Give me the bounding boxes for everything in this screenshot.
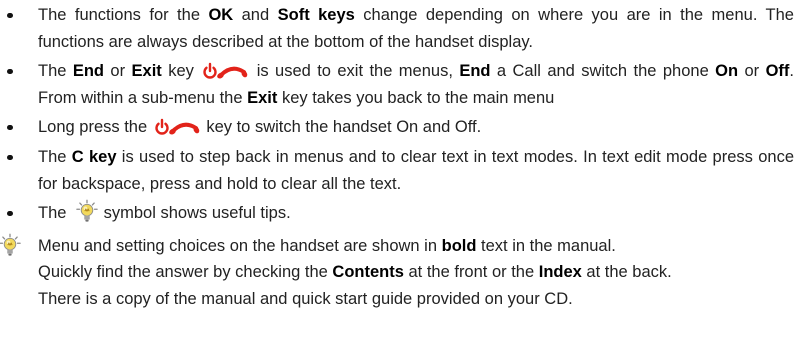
text-run: is used to step back in menus and to cle… (116, 147, 794, 166)
bullet-item-long-press: Long press the key to switch the handset… (0, 114, 802, 141)
bold-term: Exit (247, 88, 278, 107)
tip-text: Menu and setting choices on the handset … (38, 233, 794, 313)
text-line: From within a sub-menu the Exit key take… (38, 85, 794, 112)
text-run: functions are always described at the bo… (38, 32, 533, 51)
bullet-item-tip-symbol: The symbol shows useful tips. (0, 199, 802, 227)
text-run: The (38, 204, 72, 223)
bullet-text: Long press the key to switch the handset… (38, 114, 794, 141)
tip-note: Menu and setting choices on the handset … (0, 233, 802, 313)
text-run: is used to exit the menus, (250, 62, 460, 81)
text-run: key to switch the handset On and Off. (201, 118, 482, 137)
bold-term: Soft keys (277, 6, 355, 24)
text-run: The functions for the (38, 6, 209, 24)
bold-term: Exit (131, 62, 162, 81)
text-run: at the front or the (403, 263, 539, 282)
bullet-text: The symbol shows useful tips. (38, 199, 794, 227)
text-run: and (233, 6, 278, 24)
end-call-key-icon (154, 117, 200, 137)
bullet-dot (7, 12, 13, 19)
text-line: The functions for the OK and Soft keys c… (38, 2, 794, 29)
text-run: There is a copy of the manual and quick … (38, 289, 573, 308)
bold-term: On (715, 62, 739, 81)
bullet-item-soft-keys: The functions for the OK and Soft keys c… (0, 2, 802, 55)
bullet-dot (7, 124, 13, 131)
bold-term: Off (765, 62, 790, 81)
text-run: at the back. (581, 263, 672, 282)
text-line: The C key is used to step back in menus … (38, 144, 794, 171)
text-line: Menu and setting choices on the handset … (38, 233, 794, 260)
text-line: for backspace, press and hold to clear a… (38, 171, 794, 198)
bold-term: OK (208, 6, 234, 24)
tip-bulb-icon (0, 233, 21, 258)
tip-bulb-icon (76, 199, 98, 224)
bullet-dot (7, 68, 13, 75)
manual-page: The functions for the OK and Soft keys c… (0, 0, 802, 313)
bullet-text: The functions for the OK and Soft keys c… (38, 2, 794, 55)
text-run: for backspace, press and hold to clear a… (38, 174, 402, 193)
text-run: key (161, 62, 201, 81)
text-run: From within a sub-menu the (38, 88, 248, 107)
text-run: Quickly find the answer by checking the (38, 263, 333, 282)
bold-term: End (459, 62, 491, 81)
text-run: Menu and setting choices on the handset … (38, 236, 442, 255)
bullet-dot (7, 210, 13, 217)
text-run: key takes you back to the main menu (277, 88, 555, 107)
bold-term: C key (71, 147, 117, 166)
text-run: or (104, 62, 132, 81)
text-line: functions are always described at the bo… (38, 29, 794, 56)
text-run: change depending on where you are in the… (354, 6, 794, 24)
bullet-item-c-key: The C key is used to step back in menus … (0, 144, 802, 197)
bold-term: Contents (332, 263, 404, 282)
text-run: The (38, 62, 73, 81)
bold-term: Index (538, 263, 582, 282)
text-line: There is a copy of the manual and quick … (38, 286, 794, 313)
bold-term: End (72, 62, 105, 81)
end-call-key-icon (202, 61, 248, 81)
text-run: symbol shows useful tips. (99, 204, 291, 223)
text-run: text in the manual. (476, 236, 616, 255)
text-line: Long press the key to switch the handset… (38, 114, 794, 141)
bold-term: bold (441, 236, 477, 255)
bullet-text: The C key is used to step back in menus … (38, 144, 794, 197)
text-line: The End or Exit key is used to exit the … (38, 58, 794, 85)
bullet-item-end-exit-key: The End or Exit key is used to exit the … (0, 58, 802, 111)
bullet-dot (7, 154, 13, 161)
text-line: Quickly find the answer by checking the … (38, 259, 794, 286)
text-run: a Call and switch the phone (490, 62, 716, 81)
text-run: or (738, 62, 766, 81)
bullet-text: The End or Exit key is used to exit the … (38, 58, 794, 111)
text-run: The (38, 147, 72, 166)
text-run: . (789, 62, 794, 81)
text-run: Long press the (38, 118, 152, 137)
text-line: The symbol shows useful tips. (38, 199, 794, 227)
